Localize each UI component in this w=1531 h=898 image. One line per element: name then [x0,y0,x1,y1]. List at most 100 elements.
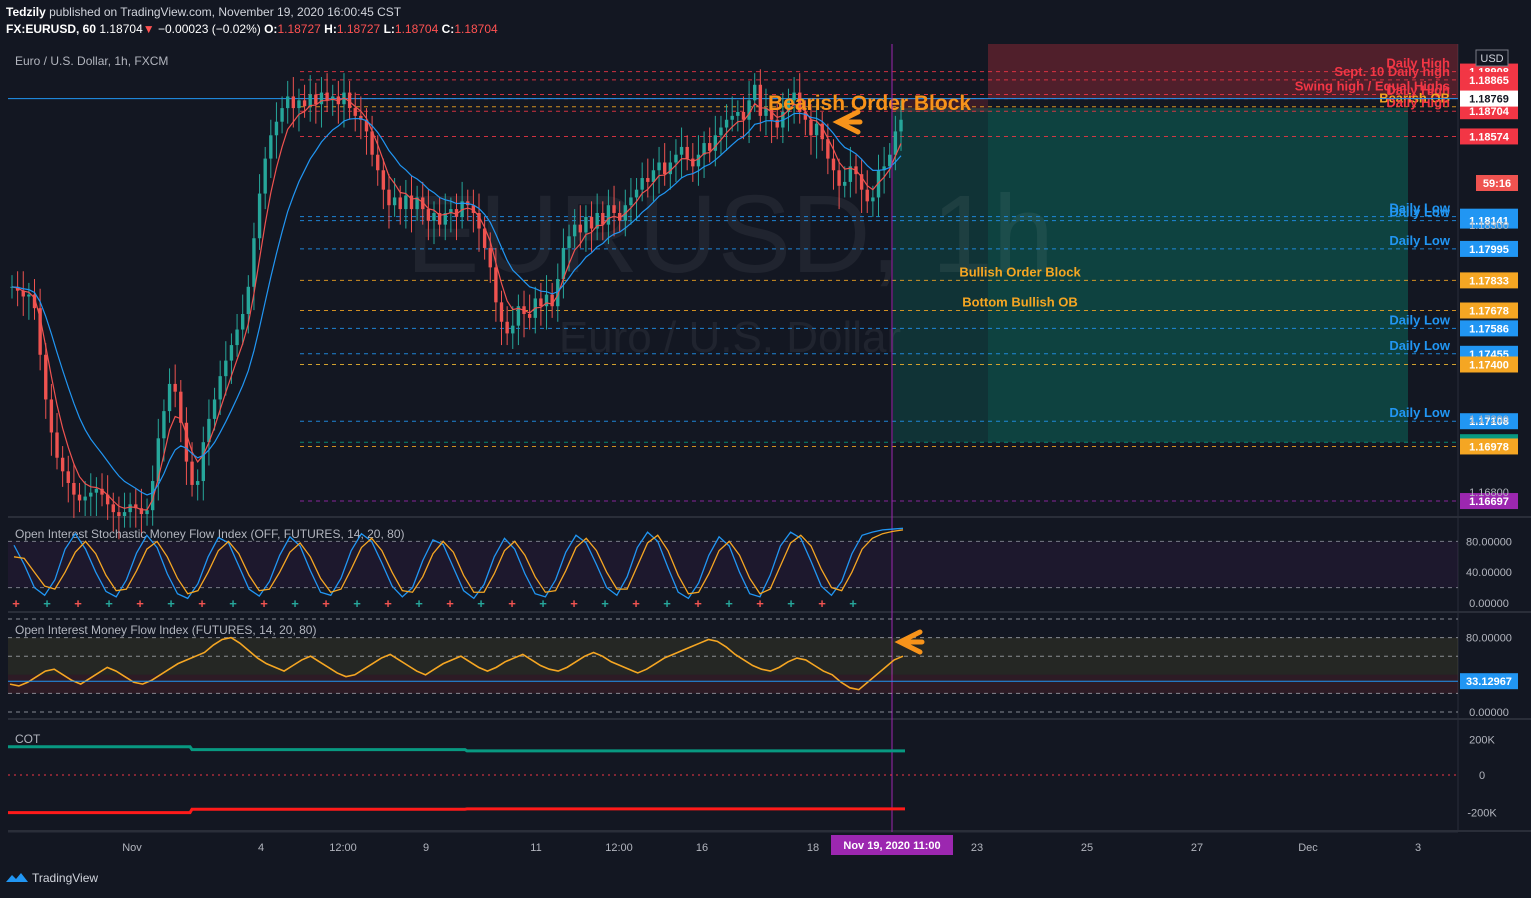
candle-body [404,195,408,210]
chart-area[interactable]: EURUSD, 1hEuro / U.S. Dollar1.18908Daily… [0,0,1531,898]
price-tag-text: 1.16978 [1469,441,1509,453]
candle-body [893,131,898,155]
candle-body [736,111,740,116]
cursor-date-label: Nov 19, 2020 11:00 [843,840,940,852]
candle-body [224,360,228,377]
y-tick-label: 1.17200 [1469,414,1509,426]
footer: TradingView [6,871,98,885]
stoch-marker: + [477,596,485,611]
candle-body [246,286,251,314]
candle-body [27,294,31,297]
candle-body [814,123,819,136]
stoch-marker: + [322,596,330,611]
mfi-title: Open Interest Money Flow Index (FUTURES,… [15,623,316,637]
price-tag-text: 1.17400 [1469,359,1509,371]
stoch-marker: + [632,596,640,611]
candle-body [724,119,729,128]
candle-body [195,481,200,485]
candle-body [94,488,99,493]
candle-body [212,399,217,419]
price-tag-text: 1.18574 [1469,131,1510,143]
currency-tag: USD [1480,53,1503,65]
annotation-bearish-ob: Bearish Order Block [768,92,971,115]
candle-body [646,178,650,182]
stoch-y-tick: 40.00000 [1466,567,1512,579]
candle-body [280,108,284,122]
candle-body [229,345,234,361]
candle-body [640,178,644,190]
candle-body [302,100,307,107]
stoch-marker: + [601,596,609,611]
candle-body [392,197,397,206]
candle-body [572,224,577,237]
price-tag-text: 1.18704 [1469,106,1510,118]
level-label: Daily Low [1389,338,1451,353]
stoch-marker: + [12,596,20,611]
candle-body [72,482,76,495]
candle-body [122,512,127,516]
stoch-marker: + [787,596,795,611]
candle-body [899,119,903,132]
stoch-marker: + [446,596,454,611]
candle-body [49,399,54,433]
candle-body [353,108,357,116]
x-tick-label: 23 [971,842,983,854]
candle-body [190,461,194,485]
x-tick-label: 27 [1191,842,1203,854]
price-tag: 1.17833 [1460,272,1518,289]
candle-body [505,321,509,334]
candle-body [685,146,689,159]
candle-body [274,121,279,136]
ema-fast-line [11,97,902,511]
candle-body [319,92,324,105]
candle-body [499,302,504,322]
candle-body [218,376,222,400]
price-tag: 1.17995 [1460,240,1518,257]
candle-body [606,205,611,225]
stoch-marker: + [136,596,144,611]
level-label: Sept. 10 Daily high [1334,64,1450,79]
candle-body [809,119,813,136]
candle-body [691,158,695,167]
stoch-marker: + [198,596,206,611]
x-tick-label: 16 [696,842,708,854]
level-label: Daily Low [1389,312,1451,327]
mfi-y-tick: 0.00000 [1469,707,1509,719]
candle-body [539,298,543,307]
candle-body [55,432,59,458]
mfi-last-value: 33.12967 [1466,676,1512,688]
candle-body [511,325,515,334]
candle-body [679,146,684,155]
ema-slow-line [11,112,902,496]
price-tag-text: 1.17586 [1469,323,1509,335]
cot-line [8,745,905,753]
candle-body [668,162,673,175]
candle-body [589,216,594,229]
candle-body [240,313,245,330]
candle-body [871,197,875,202]
tradingview-logo-icon[interactable] [6,872,28,884]
stoch-marker: + [105,596,113,611]
stoch-marker: + [725,596,733,611]
candle-body [286,96,290,109]
price-tag-text: 1.17678 [1469,305,1509,317]
candle-body [888,154,892,167]
price-tag: 1.17586 [1460,320,1518,337]
stoch-y-tick: 0.00000 [1469,598,1509,610]
y-tick-label: 1.18300 [1469,220,1509,232]
stoch-title: Open Interest Stochastic Money Flow Inde… [15,527,404,541]
x-tick-label: 18 [807,842,819,854]
mfi-lower-band [8,674,1458,694]
x-tick-label: Nov [122,842,142,854]
stoch-marker: + [43,596,51,611]
mfi-y-tick: 80.00000 [1466,633,1512,645]
candle-body [612,205,616,213]
level-label: Daily Low [1389,205,1451,220]
stoch-y-tick: 80.00000 [1466,536,1512,548]
x-tick-label: 12:00 [329,842,357,854]
candle-body [584,216,588,233]
stoch-marker: + [818,596,826,611]
candle-body [162,411,166,439]
candle-body [837,170,841,186]
candle-body [629,197,633,206]
